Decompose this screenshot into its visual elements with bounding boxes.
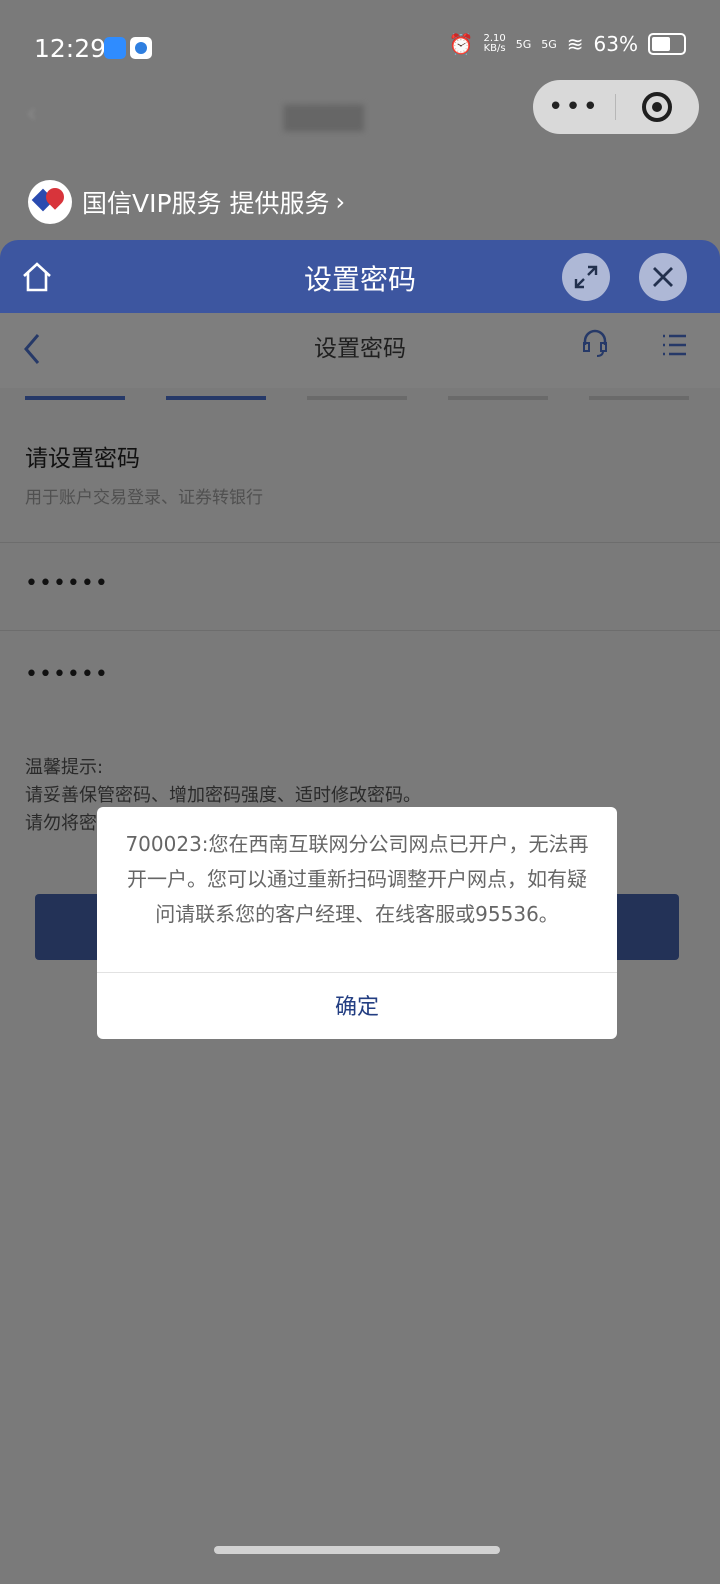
blurred-page-title: ▇▇▇▇: [284, 102, 364, 132]
error-message: 700023:您在西南互联网分公司网点已开户，无法再开一户。您可以通过重新扫码调…: [125, 832, 589, 926]
divider: [0, 630, 720, 631]
signal-icon: 5G: [541, 37, 557, 51]
page-title: 设置密码: [314, 336, 406, 362]
mini-program-header: ‹ ▇▇▇▇ ••• 国信VIP服务 提供服务 ›: [0, 80, 720, 241]
back-icon: ‹: [26, 96, 38, 129]
app-notification-icon: [130, 37, 152, 59]
menu-icon[interactable]: [660, 331, 688, 359]
chevron-right-icon: ›: [335, 188, 346, 216]
expand-icon: [574, 265, 598, 289]
tip-line: 请勿将密: [25, 813, 97, 834]
panel-title: 设置密码: [303, 263, 416, 296]
target-icon: [642, 92, 672, 122]
divider: [0, 542, 720, 543]
error-dialog: 700023:您在西南互联网分公司网点已开户，无法再开一户。您可以通过重新扫码调…: [97, 807, 617, 1039]
status-indicators: ⏰ 2.10 KB/s 5G 5G ≋ 63%: [449, 32, 686, 56]
progress-steps: [25, 396, 689, 400]
provider-link[interactable]: 国信VIP服务 提供服务 ›: [28, 180, 345, 224]
dialog-divider: [97, 972, 617, 973]
provider-logo: [28, 180, 72, 224]
status-time: 12:29: [34, 34, 107, 63]
network-speed: 2.10 KB/s: [483, 34, 505, 54]
close-button[interactable]: [639, 253, 687, 301]
page-navbar: 设置密码: [0, 313, 720, 388]
battery-text: 63%: [593, 32, 638, 56]
step-indicator: [589, 396, 689, 400]
confirm-password-input[interactable]: ••••••: [25, 662, 109, 687]
step-indicator: [448, 396, 548, 400]
battery-icon: [648, 33, 686, 55]
step-indicator: [166, 396, 266, 400]
password-description: 用于账户交易登录、证券转银行: [25, 488, 263, 508]
panel-header: 设置密码: [0, 240, 720, 313]
close-mini-program-button[interactable]: [616, 90, 698, 124]
app-notification-icon: [104, 37, 126, 59]
wifi-icon: ≋: [566, 32, 584, 56]
tip-line: 请妥善保管密码、增加密码强度、适时修改密码。: [25, 785, 421, 806]
network-speed-unit: KB/s: [483, 43, 506, 54]
mini-program-capsule[interactable]: •••: [533, 80, 699, 134]
expand-button[interactable]: [562, 253, 610, 301]
password-input[interactable]: ••••••: [25, 571, 109, 596]
provider-text: 国信VIP服务 提供服务: [82, 189, 330, 218]
close-icon: [653, 267, 673, 287]
confirm-button[interactable]: 确定: [97, 989, 617, 1021]
alarm-icon: ⏰: [448, 32, 474, 56]
password-heading: 请设置密码: [25, 446, 140, 472]
more-icon[interactable]: •••: [533, 92, 615, 122]
tips-title: 温馨提示:: [25, 757, 104, 778]
customer-service-icon[interactable]: [580, 329, 610, 359]
home-indicator[interactable]: [214, 1546, 500, 1554]
step-indicator: [25, 396, 125, 400]
signal-icon: 5G: [515, 37, 532, 51]
step-indicator: [307, 396, 407, 400]
